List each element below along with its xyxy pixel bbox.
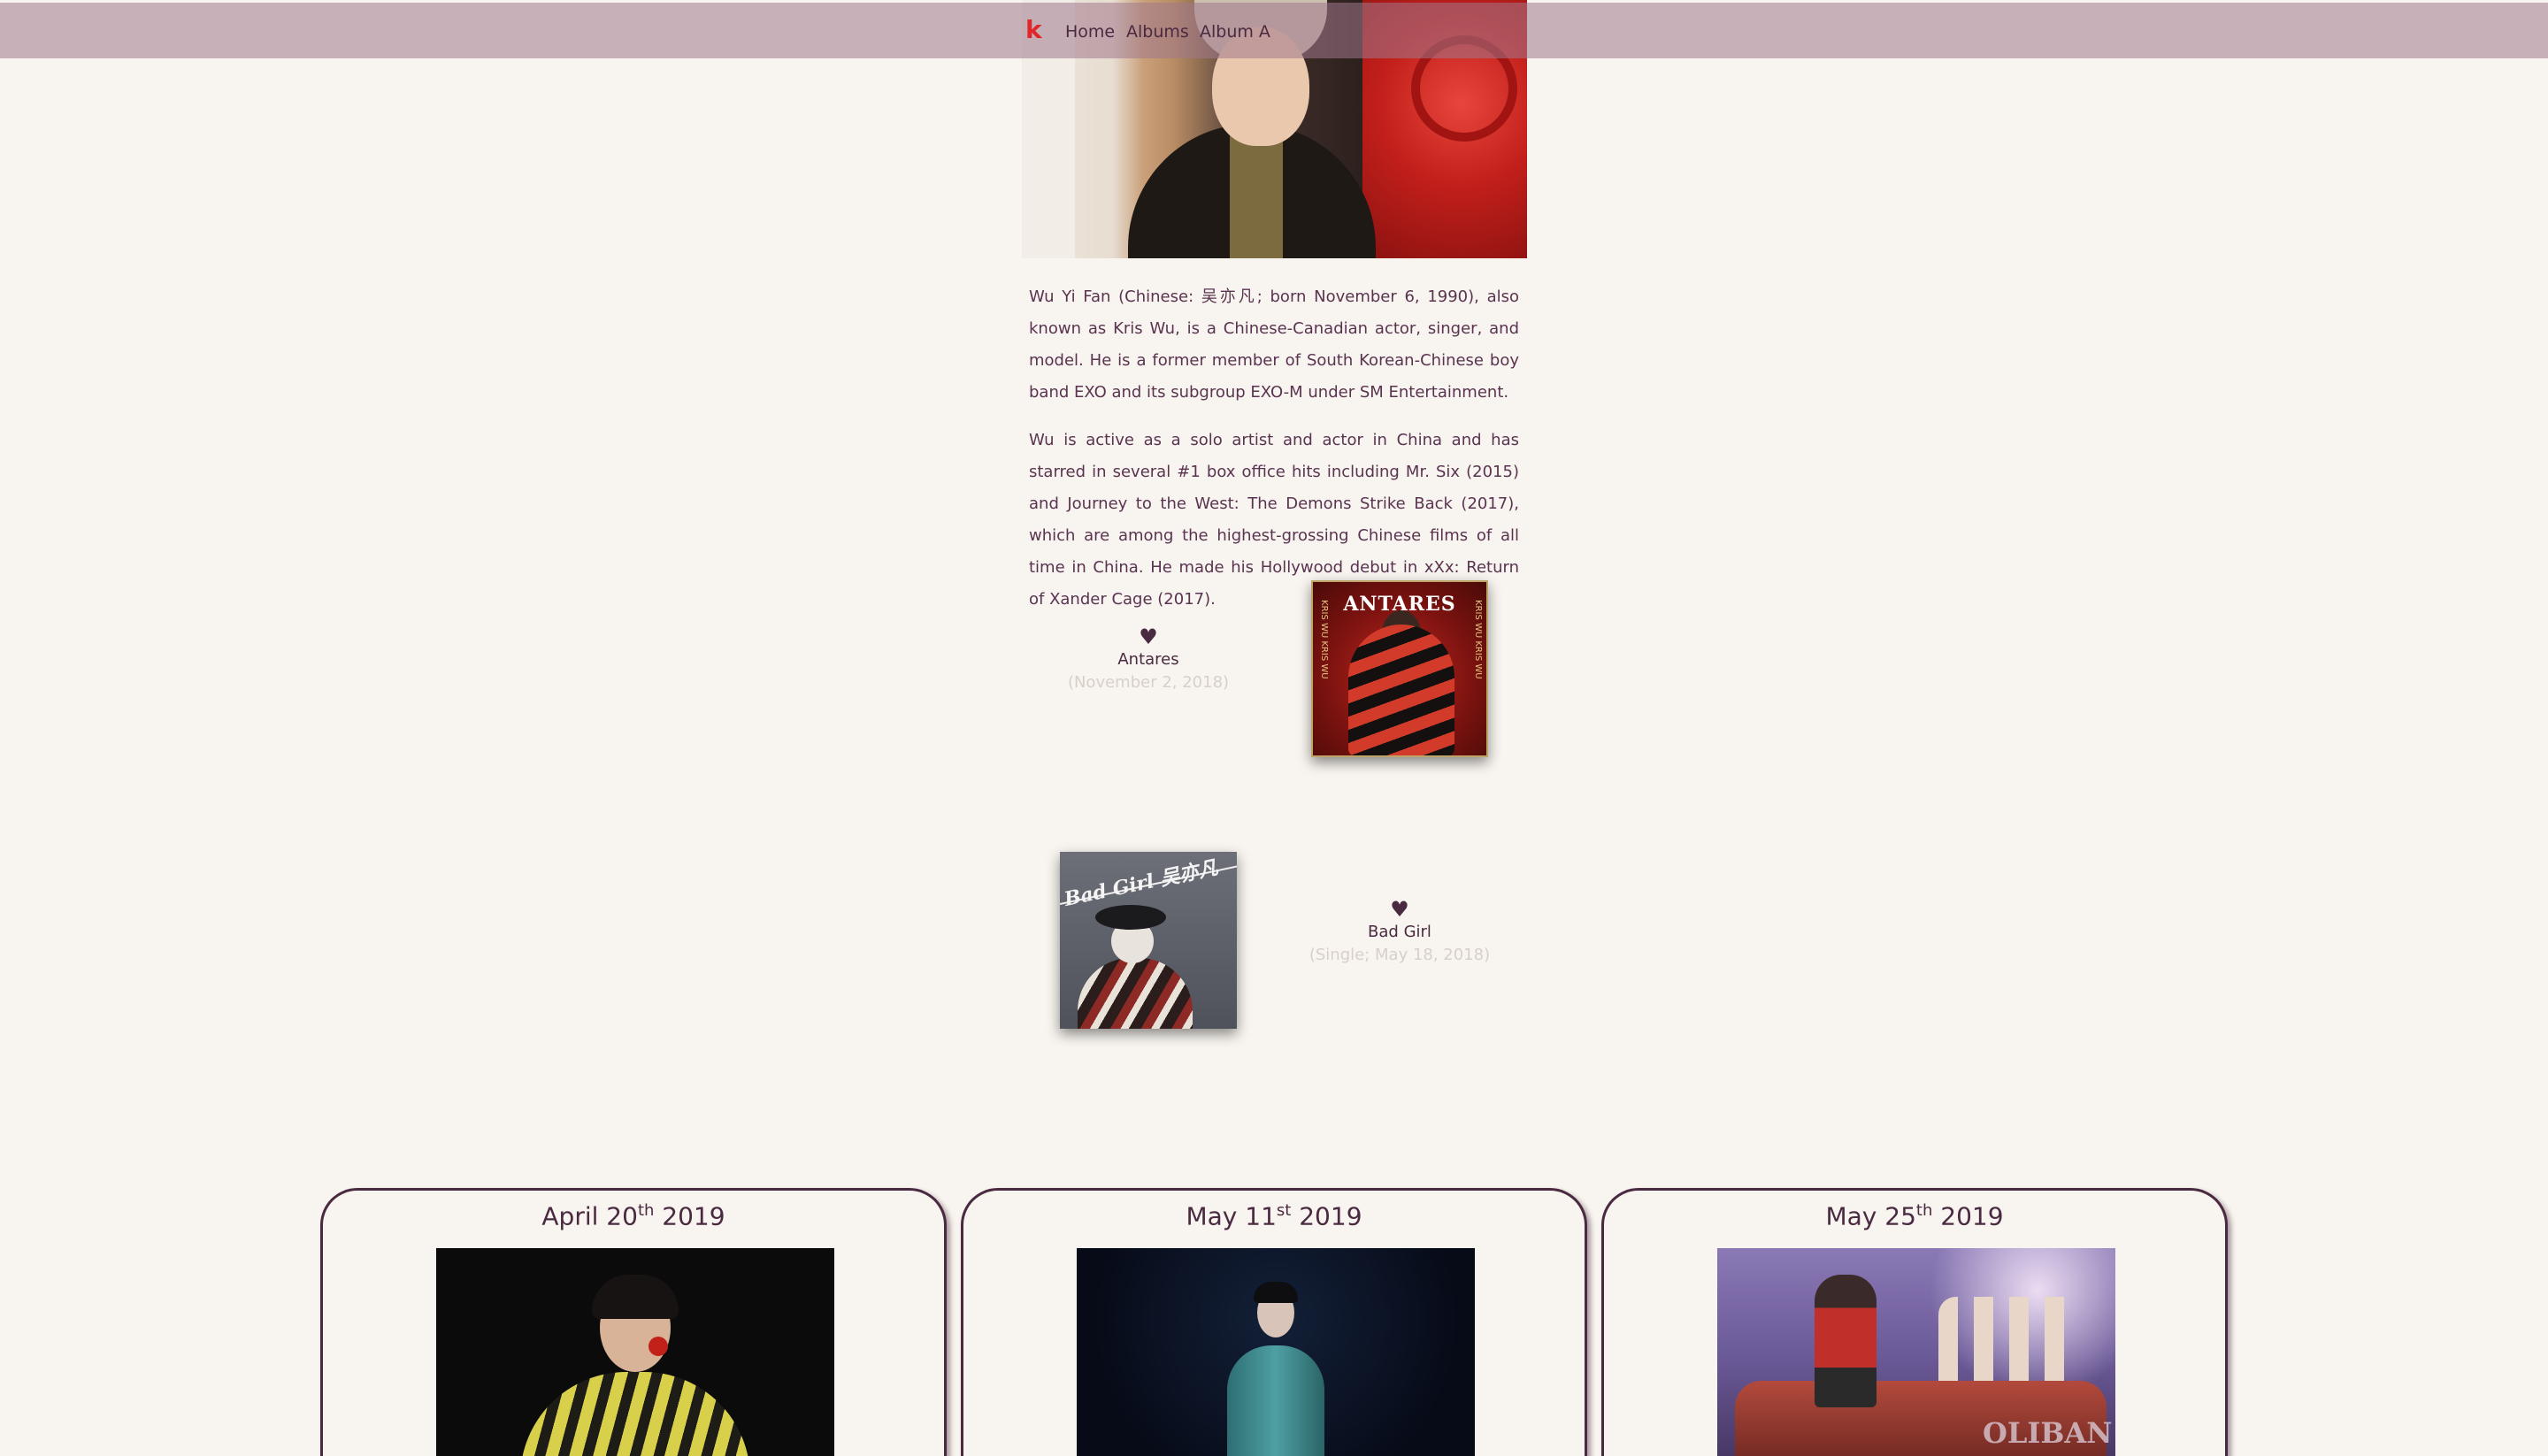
cover-title: ANTARES xyxy=(1343,593,1456,616)
cover-side-text: KRIS WU KRIS WU xyxy=(1473,600,1483,679)
album-date: (November 2, 2018) xyxy=(1067,673,1230,692)
album-cover-bad-girl[interactable]: Bad Girl 吴亦凡 xyxy=(1060,852,1237,1029)
tour-date: May 25th 2019 xyxy=(1825,1201,2004,1231)
bio-paragraph: Wu Yi Fan (Chinese: 吴亦凡; born November 6… xyxy=(1029,287,1519,402)
tour-date: May 11st 2019 xyxy=(1186,1201,1362,1231)
nav-link-home[interactable]: Home xyxy=(1065,22,1115,42)
album-cover-antares[interactable]: ANTARES KRIS WU KRIS WU KRIS WU KRIS WU xyxy=(1311,580,1488,757)
album-info-antares: ♥ Antares (November 2, 2018) xyxy=(1033,625,1263,694)
cover-side-text: KRIS WU KRIS WU xyxy=(1319,600,1329,679)
tour-card[interactable]: May 25th 2019 OLIBAN xyxy=(1601,1188,2228,1456)
album-date: (Single; May 18, 2018) xyxy=(1309,946,1491,964)
tour-photo[interactable] xyxy=(1077,1248,1475,1456)
album-info-bad-girl: ♥ Bad Girl (Single; May 18, 2018) xyxy=(1285,898,1515,967)
album-name[interactable]: Antares xyxy=(1033,648,1263,671)
tour-photo[interactable]: OLIBAN xyxy=(1717,1248,2115,1456)
tour-photo[interactable] xyxy=(436,1248,834,1456)
tour-card[interactable]: May 11st 2019 xyxy=(961,1188,1587,1456)
brand-logo[interactable]: k xyxy=(1025,15,1042,44)
stage-sign: OLIBAN xyxy=(1983,1416,2113,1450)
tour-card[interactable]: April 20th 2019 xyxy=(320,1188,947,1456)
album-name[interactable]: Bad Girl xyxy=(1285,921,1515,944)
biography: Wu Yi Fan (Chinese: 吴亦凡; born November 6… xyxy=(1029,281,1519,632)
heart-icon[interactable]: ♥ xyxy=(1033,625,1263,648)
tour-date: April 20th 2019 xyxy=(541,1201,725,1231)
nav-link-albums[interactable]: Albums xyxy=(1126,22,1189,42)
heart-icon[interactable]: ♥ xyxy=(1285,898,1515,921)
nav-link-album-a[interactable]: Album A xyxy=(1200,22,1270,42)
cover-title: Bad Girl 吴亦凡 xyxy=(1062,855,1221,912)
top-nav-bar: k Home Albums Album A xyxy=(0,3,2548,58)
